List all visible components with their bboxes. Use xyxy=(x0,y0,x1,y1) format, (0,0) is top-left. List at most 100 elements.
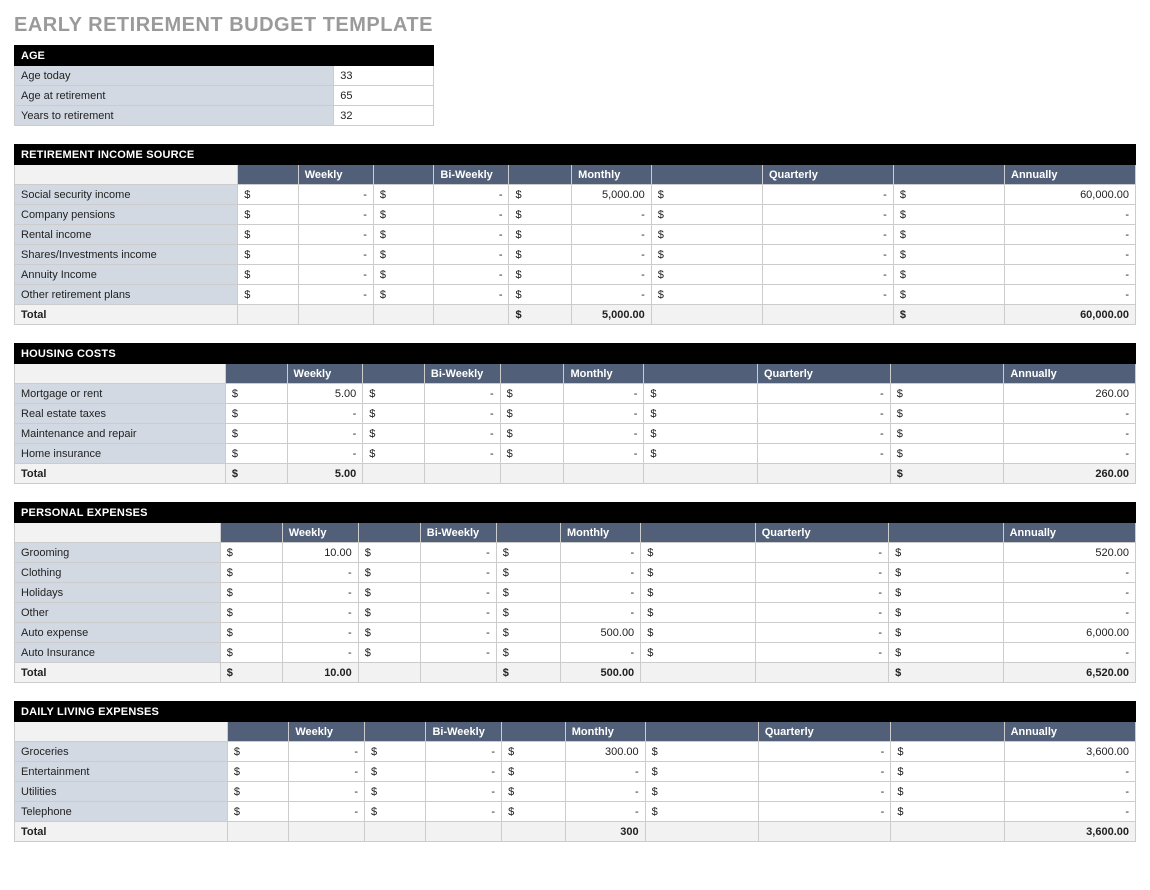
cell-value[interactable]: - xyxy=(755,543,888,563)
cell-value[interactable]: - xyxy=(420,543,496,563)
cell-value[interactable]: - xyxy=(755,643,888,663)
cell-value[interactable]: - xyxy=(298,285,373,305)
cell-value[interactable]: - xyxy=(298,185,373,205)
cell-value[interactable]: - xyxy=(1004,444,1136,464)
cell-value[interactable]: - xyxy=(282,643,358,663)
cell-value[interactable]: - xyxy=(755,583,888,603)
cell-value[interactable]: - xyxy=(420,603,496,623)
cell-value[interactable]: - xyxy=(564,404,644,424)
cell-value[interactable]: - xyxy=(282,563,358,583)
cell-value[interactable]: - xyxy=(1005,245,1136,265)
cell-value[interactable]: - xyxy=(282,623,358,643)
cell-value[interactable]: - xyxy=(420,563,496,583)
cell-value[interactable]: 5.00 xyxy=(287,384,363,404)
cell-value[interactable]: - xyxy=(1003,603,1135,623)
cell-value[interactable]: - xyxy=(420,583,496,603)
cell-value[interactable]: - xyxy=(1003,583,1135,603)
cell-value[interactable]: - xyxy=(755,623,888,643)
cell-value[interactable]: - xyxy=(289,742,365,762)
cell-value[interactable]: - xyxy=(565,762,645,782)
cell-value[interactable]: - xyxy=(758,782,890,802)
cell-value[interactable]: - xyxy=(420,623,496,643)
cell-value[interactable]: - xyxy=(1004,782,1135,802)
cell-value[interactable]: - xyxy=(561,563,641,583)
cell-value[interactable]: - xyxy=(420,643,496,663)
cell-value[interactable]: 300.00 xyxy=(565,742,645,762)
cell-value[interactable]: - xyxy=(762,225,893,245)
cell-value[interactable]: - xyxy=(564,444,644,464)
cell-value[interactable]: - xyxy=(289,802,365,822)
cell-value[interactable]: - xyxy=(434,265,509,285)
cell-value[interactable]: - xyxy=(572,225,652,245)
cell-value[interactable]: 6,000.00 xyxy=(1003,623,1135,643)
cell-value[interactable]: - xyxy=(426,802,502,822)
cell-value[interactable]: - xyxy=(298,225,373,245)
cell-value[interactable]: - xyxy=(298,265,373,285)
cell-value[interactable]: - xyxy=(434,225,509,245)
cell-value[interactable]: - xyxy=(758,444,891,464)
cell-value[interactable]: - xyxy=(561,643,641,663)
cell-value[interactable]: - xyxy=(426,782,502,802)
cell-value[interactable]: - xyxy=(1005,225,1136,245)
cell-value[interactable]: - xyxy=(758,802,890,822)
cell-value[interactable]: 520.00 xyxy=(1003,543,1135,563)
cell-value[interactable]: - xyxy=(282,603,358,623)
cell-value[interactable]: - xyxy=(1003,563,1135,583)
cell-value[interactable]: - xyxy=(287,444,363,464)
cell-value[interactable]: - xyxy=(564,384,644,404)
cell-value[interactable]: - xyxy=(424,384,500,404)
cell-value[interactable]: - xyxy=(1004,802,1135,822)
cell-value[interactable]: - xyxy=(1005,285,1136,305)
cell-value[interactable]: - xyxy=(424,404,500,424)
cell-value[interactable]: - xyxy=(287,424,363,444)
cell-value[interactable]: - xyxy=(762,205,893,225)
cell-value[interactable]: - xyxy=(282,583,358,603)
cell-value[interactable]: 260.00 xyxy=(1004,384,1136,404)
cell-value[interactable]: - xyxy=(564,424,644,444)
cell-value[interactable]: - xyxy=(565,802,645,822)
cell-value[interactable]: - xyxy=(424,424,500,444)
cell-value[interactable]: - xyxy=(561,583,641,603)
cell-value[interactable]: - xyxy=(426,762,502,782)
cell-value[interactable]: 60,000.00 xyxy=(1005,185,1136,205)
cell-value[interactable]: - xyxy=(758,742,890,762)
cell-value[interactable]: - xyxy=(762,245,893,265)
cell-value[interactable]: - xyxy=(762,185,893,205)
cell-value[interactable]: - xyxy=(758,762,890,782)
cell-value[interactable]: - xyxy=(561,543,641,563)
cell-value[interactable]: - xyxy=(572,285,652,305)
cell-value[interactable]: 10.00 xyxy=(282,543,358,563)
cell-value[interactable]: - xyxy=(1005,265,1136,285)
cell-value[interactable]: - xyxy=(572,205,652,225)
cell-value[interactable]: - xyxy=(426,742,502,762)
cell-value[interactable]: - xyxy=(758,384,891,404)
cell-value[interactable]: - xyxy=(762,265,893,285)
cell-value[interactable]: - xyxy=(1004,404,1136,424)
cell-value[interactable]: - xyxy=(755,563,888,583)
cell-value[interactable]: - xyxy=(434,245,509,265)
cell-value[interactable]: 3,600.00 xyxy=(1004,742,1135,762)
cell-value[interactable]: - xyxy=(424,444,500,464)
cell-value[interactable]: - xyxy=(565,782,645,802)
cell-value[interactable]: - xyxy=(434,285,509,305)
cell-value[interactable]: - xyxy=(1003,643,1135,663)
cell-value[interactable]: - xyxy=(758,404,891,424)
age-row-value[interactable]: 33 xyxy=(334,66,434,86)
cell-value[interactable]: - xyxy=(289,782,365,802)
cell-value[interactable]: - xyxy=(289,762,365,782)
cell-value[interactable]: - xyxy=(762,285,893,305)
cell-value[interactable]: - xyxy=(758,424,891,444)
cell-value[interactable]: - xyxy=(434,185,509,205)
cell-value[interactable]: 500.00 xyxy=(561,623,641,643)
cell-value[interactable]: - xyxy=(755,603,888,623)
cell-value[interactable]: - xyxy=(561,603,641,623)
age-row-value[interactable]: 65 xyxy=(334,86,434,106)
cell-value[interactable]: 5,000.00 xyxy=(572,185,652,205)
cell-value[interactable]: - xyxy=(1004,424,1136,444)
cell-value[interactable]: - xyxy=(572,245,652,265)
cell-value[interactable]: - xyxy=(298,205,373,225)
cell-value[interactable]: - xyxy=(572,265,652,285)
cell-value[interactable]: - xyxy=(434,205,509,225)
cell-value[interactable]: - xyxy=(298,245,373,265)
cell-value[interactable]: - xyxy=(287,404,363,424)
